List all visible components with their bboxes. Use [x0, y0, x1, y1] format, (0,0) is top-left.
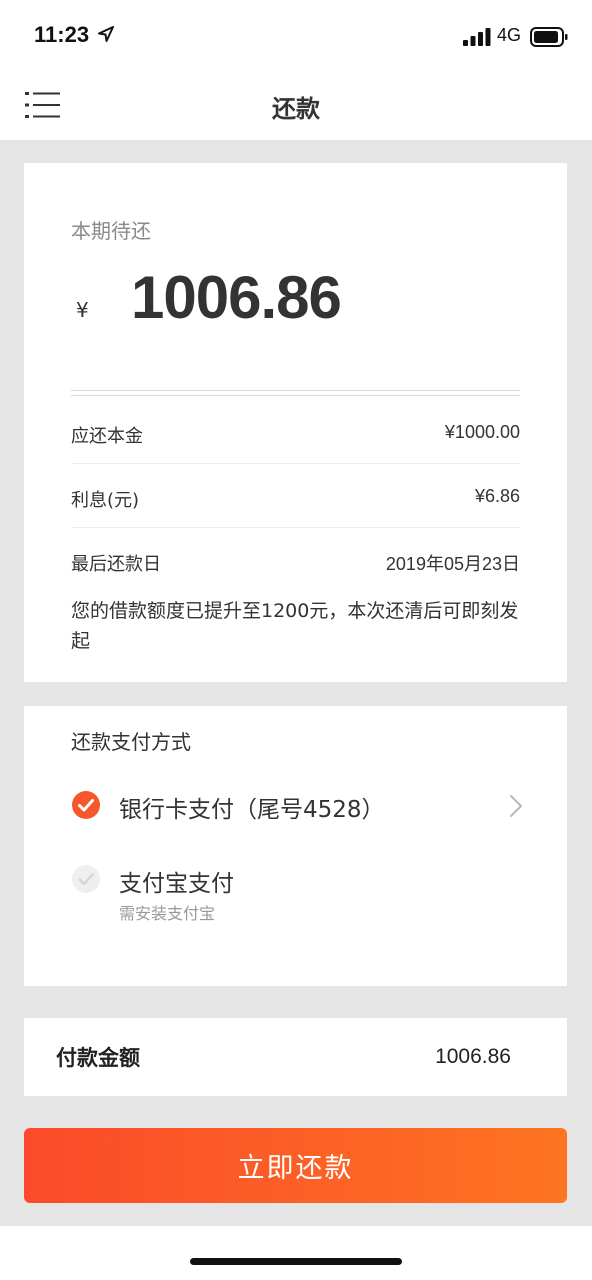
- total-label: 付款金额: [56, 1046, 140, 1070]
- interest-value: ¥6.86: [474, 486, 520, 506]
- status-bar: 11:23 4G: [0, 0, 592, 70]
- credit-notice: 您的借款额度已提升至1200元，本次还清后可即刻发起: [71, 600, 519, 652]
- payment-method-card: 还款支付方式 银行卡支付（尾号4528） 支付宝支付 需安装支付宝: [24, 706, 567, 986]
- total-amount: 1006.86: [435, 1045, 511, 1068]
- chevron-right-icon: [510, 795, 522, 817]
- payment-method-label: 还款支付方式: [71, 730, 191, 754]
- checked-icon: [72, 791, 100, 819]
- principal-row: 应还本金 ¥1000.00: [71, 400, 520, 464]
- repay-now-button[interactable]: 立即还款: [24, 1128, 567, 1203]
- interest-row: 利息(元) ¥6.86: [71, 464, 520, 528]
- payment-total-card: 付款金额 1006.86: [24, 1018, 567, 1096]
- interest-label: 利息(元): [71, 490, 140, 511]
- alipay-option-hint: 需安装支付宝: [119, 904, 216, 923]
- principal-label: 应还本金: [71, 426, 143, 447]
- battery-icon: [530, 27, 568, 47]
- page-title: 还款: [272, 95, 320, 123]
- due-date-row: 最后还款日 2019年05月23日: [71, 528, 520, 592]
- due-amount: 1006.86: [131, 264, 342, 331]
- currency-symbol: ¥: [76, 298, 89, 322]
- alipay-option[interactable]: 支付宝支付 需安装支付宝: [71, 862, 531, 923]
- due-date-label: 最后还款日: [71, 554, 161, 575]
- due-date-value: 2019年05月23日: [385, 554, 520, 574]
- bottom-safe-area: [0, 1226, 592, 1280]
- divider: [71, 390, 520, 396]
- alipay-option-label: 支付宝支付: [119, 871, 234, 897]
- unchecked-icon: [72, 865, 100, 893]
- status-time: 11:23: [34, 22, 90, 47]
- principal-value: ¥1000.00: [444, 422, 520, 442]
- location-arrow-icon: [98, 26, 114, 42]
- amount-due-card: 本期待还 ¥ 1006.86 应还本金 ¥1000.00 利息(元) ¥6.86…: [24, 163, 567, 682]
- signal-icon: [463, 28, 491, 46]
- bank-card-option[interactable]: 银行卡支付（尾号4528）: [71, 788, 531, 828]
- home-indicator[interactable]: [190, 1258, 402, 1265]
- due-label: 本期待还: [71, 219, 151, 243]
- nav-bar: 还款: [0, 70, 592, 140]
- bank-card-option-label: 银行卡支付（尾号4528）: [119, 797, 385, 823]
- network-type: 4G: [497, 25, 522, 45]
